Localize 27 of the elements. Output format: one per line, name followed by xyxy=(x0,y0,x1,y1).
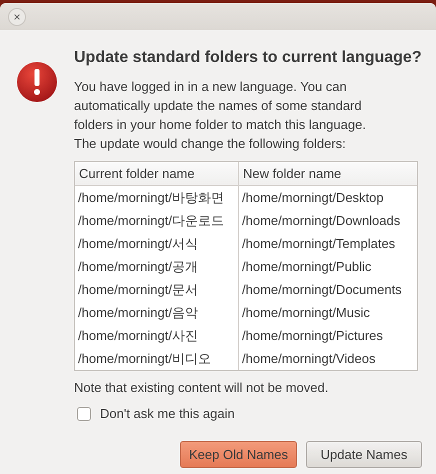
table-cell: /home/morningt/공개 xyxy=(75,255,239,278)
column-header[interactable]: Current folder name xyxy=(75,162,239,186)
table-cell-text: /home/morningt/Desktop xyxy=(241,189,385,207)
table-cell: /home/morningt/비디오 xyxy=(75,347,239,370)
table-cell-text: /home/morningt/Music xyxy=(241,304,371,322)
dialog-title: Update standard folders to current language? xyxy=(74,49,422,67)
table-cell-text: /home/morningt/Documents xyxy=(241,281,403,299)
table-cell: /home/morningt/음악 xyxy=(75,301,239,324)
checkbox[interactable] xyxy=(77,406,91,420)
table-cell: /home/morningt/사진 xyxy=(75,324,239,347)
table-cell-text: /home/morningt/Videos xyxy=(241,350,376,368)
checkbox-label[interactable]: Don't ask me this again xyxy=(100,406,235,421)
error-icon xyxy=(16,61,58,103)
table-cell: /home/morningt/바탕화면 xyxy=(75,186,239,209)
table-cell: /home/morningt/서식 xyxy=(75,232,239,255)
update-names-button[interactable]: Update Names xyxy=(306,441,422,468)
note-text: Note that existing content will not be moved. xyxy=(74,380,330,395)
table-cell-text: /home/morningt/Pictures xyxy=(241,327,384,345)
table-cell: /home/morningt/다운로드 xyxy=(75,209,239,232)
table-cell: /home/morningt/문서 xyxy=(75,278,239,301)
close-button[interactable]: × xyxy=(8,8,26,26)
table-cell-text: /home/morningt/Templates xyxy=(241,235,396,253)
table-cell-text: /home/morningt/Downloads xyxy=(241,212,402,230)
message-text: You have logged in in a new language. You can automatically update the names of some standard folders in your home folder to match this language. The update would change the following folders: xyxy=(74,78,367,153)
column-header[interactable]: New folder name xyxy=(239,162,417,186)
keep-names-button[interactable]: Keep Old Names xyxy=(180,441,297,468)
table-cell-text: /home/morningt/Public xyxy=(241,258,372,276)
